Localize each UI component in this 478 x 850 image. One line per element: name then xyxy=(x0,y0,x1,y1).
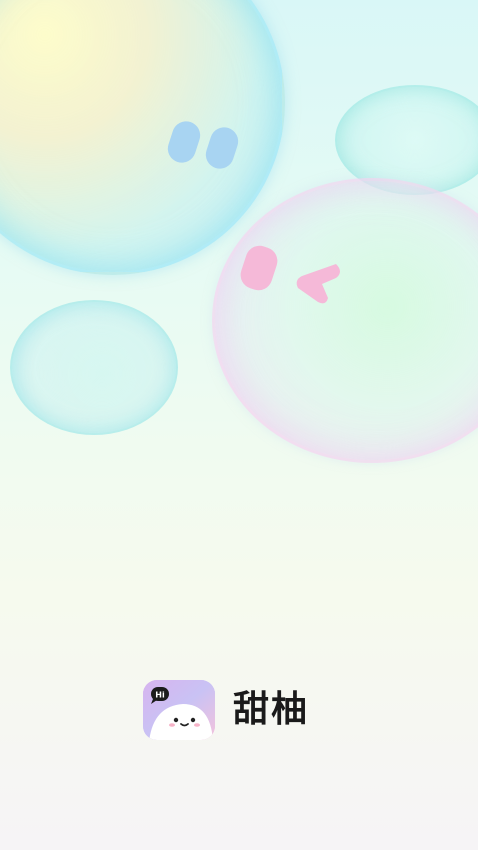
bubble-large-top-left xyxy=(0,0,285,275)
splash-screen: Hi 甜柚 xyxy=(0,0,478,850)
bubble-eye-pink-wink xyxy=(288,258,344,306)
bubble-small-left xyxy=(10,300,178,435)
smiling-face-icon: Hi xyxy=(143,680,215,740)
app-name: 甜柚 xyxy=(233,689,310,730)
brand-lockup: Hi 甜柚 xyxy=(143,680,309,740)
icon-badge-text: Hi xyxy=(155,691,165,700)
bubble-large-right xyxy=(212,178,478,463)
